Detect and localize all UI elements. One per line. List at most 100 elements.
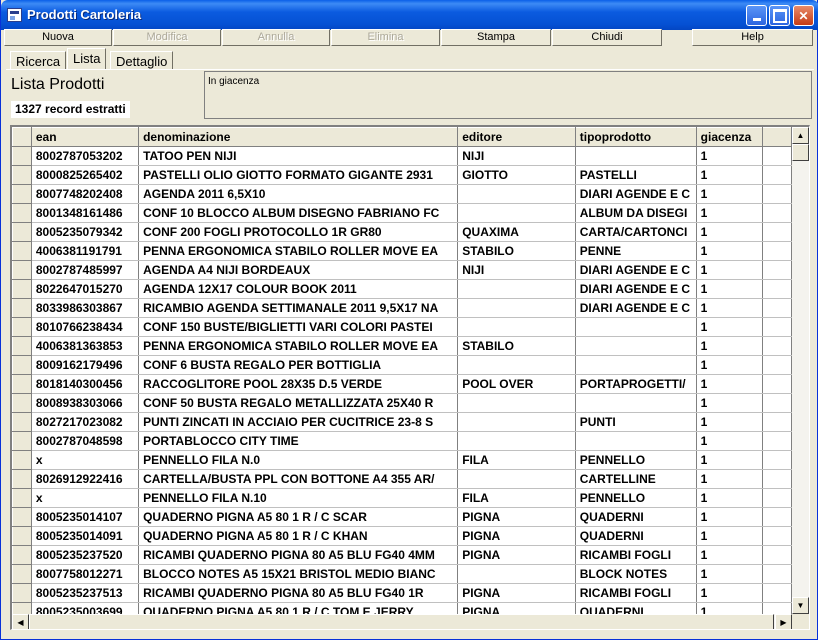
cell-tipoprodotto[interactable]: PUNTI xyxy=(575,412,697,432)
cell-giacenza[interactable]: 1 xyxy=(696,146,764,166)
table-row[interactable]: 8002787053202 TATOO PEN NIJI NIJI 1 xyxy=(12,146,792,166)
cell-denominazione[interactable]: RACCOGLITORE POOL 28X35 D.5 VERDE xyxy=(138,374,459,394)
cell-ean[interactable]: 8002787048598 xyxy=(31,431,140,451)
column-header-denominazione[interactable]: denominazione xyxy=(138,127,459,147)
cell-giacenza[interactable]: 1 xyxy=(696,469,764,489)
column-header-tipoprodotto[interactable]: tipoprodotto xyxy=(574,127,697,147)
cell-giacenza[interactable]: 1 xyxy=(696,374,764,394)
table-row[interactable]: 4006381191791 PENNA ERGONOMICA STABILO RO… xyxy=(12,241,792,261)
table-row[interactable]: 8005235237513 RICAMBI QUADERNO PIGNA 80 A… xyxy=(12,583,792,603)
cell-giacenza[interactable]: 1 xyxy=(696,488,764,508)
table-row[interactable]: 8007748202408 AGENDA 2011 6,5X10 DIARI AGE… xyxy=(12,184,792,204)
cell-tipoprodotto[interactable]: RICAMBI FOGLI xyxy=(575,545,697,565)
row-selector[interactable] xyxy=(12,374,32,394)
cell-ean[interactable]: 4006381363853 xyxy=(31,336,140,356)
cell-giacenza[interactable]: 1 xyxy=(696,260,764,280)
cell-ean[interactable]: 8009162179496 xyxy=(31,355,140,375)
stampa-button[interactable]: Stampa xyxy=(441,29,551,46)
row-selector[interactable] xyxy=(12,488,32,508)
cell-editore[interactable]: STABILO xyxy=(457,241,576,261)
annulla-button[interactable]: Annulla xyxy=(222,29,330,46)
row-selector[interactable] xyxy=(12,203,32,223)
cell-tipoprodotto[interactable] xyxy=(575,146,697,166)
cell-ean[interactable]: 8027217023082 xyxy=(31,412,140,432)
table-row[interactable]: 8005235079342 CONF 200 FOGLI PROTOCOLLO 1… xyxy=(12,222,792,242)
row-selector[interactable] xyxy=(12,412,32,432)
table-row[interactable]: 8005235014091 QUADERNO PIGNA A5 80 1 R / … xyxy=(12,526,792,546)
table-row[interactable]: 4006381363853 PENNA ERGONOMICA STABILO RO… xyxy=(12,336,792,356)
cell-ean[interactable]: 8007758012271 xyxy=(31,564,140,584)
cell-editore[interactable]: QUAXIMA xyxy=(457,222,576,242)
row-selector[interactable] xyxy=(12,431,32,451)
cell-tipoprodotto[interactable] xyxy=(575,431,697,451)
cell-ean[interactable]: 8010766238434 xyxy=(31,317,140,337)
table-row[interactable]: 8008938303066 CONF 50 BUSTA REGALO METALL… xyxy=(12,393,792,413)
cell-tipoprodotto[interactable]: DIARI AGENDE E C xyxy=(575,184,697,204)
cell-tipoprodotto[interactable]: RICAMBI FOGLI xyxy=(575,583,697,603)
cell-editore[interactable]: PIGNA xyxy=(457,507,576,527)
table-row[interactable]: 8001348161486 CONF 10 BLOCCO ALBUM DISEGN… xyxy=(12,203,792,223)
cell-tipoprodotto[interactable] xyxy=(575,336,697,356)
row-selector[interactable] xyxy=(12,279,32,299)
cell-denominazione[interactable]: CONF 10 BLOCCO ALBUM DISEGNO FABRIANO FC xyxy=(138,203,459,223)
cell-tipoprodotto[interactable]: DIARI AGENDE E C xyxy=(575,260,697,280)
cell-editore[interactable]: PIGNA xyxy=(457,583,576,603)
scroll-down-icon[interactable]: ▼ xyxy=(792,597,809,614)
cell-denominazione[interactable]: PORTABLOCCO CITY TIME xyxy=(138,431,459,451)
cell-tipoprodotto[interactable] xyxy=(575,317,697,337)
close-window-button[interactable]: ✕ xyxy=(793,5,814,26)
row-selector[interactable] xyxy=(12,222,32,242)
table-row[interactable]: 8007758012271 BLOCCO NOTES A5 15X21 BRIST… xyxy=(12,564,792,584)
table-row[interactable]: x PENNELLO FILA N.10 FILA PENNELLO 1 xyxy=(12,488,792,508)
cell-tipoprodotto[interactable]: CARTA/CARTONCI xyxy=(575,222,697,242)
cell-denominazione[interactable]: PENNA ERGONOMICA STABILO ROLLER MOVE EA xyxy=(138,241,459,261)
cell-editore[interactable]: PIGNA xyxy=(457,526,576,546)
help-button[interactable]: Help xyxy=(692,29,813,46)
cell-tipoprodotto[interactable]: PENNELLO xyxy=(575,450,697,470)
tab-lista[interactable]: Lista xyxy=(67,48,107,70)
horizontal-scroll-thumb[interactable] xyxy=(29,614,774,629)
cell-giacenza[interactable]: 1 xyxy=(696,203,764,223)
cell-denominazione[interactable]: PENNELLO FILA N.10 xyxy=(138,488,459,508)
cell-tipoprodotto[interactable]: PORTAPROGETTI/ xyxy=(575,374,697,394)
vertical-scroll-thumb[interactable] xyxy=(792,144,809,161)
cell-editore[interactable] xyxy=(457,279,576,299)
cell-ean[interactable]: 8018140300456 xyxy=(31,374,140,394)
cell-ean[interactable]: 8005235237520 xyxy=(31,545,140,565)
table-row[interactable]: 8005235003699 QUADERNO PIGNA A5 80 1 R / … xyxy=(12,602,792,614)
cell-ean[interactable]: 4006381191791 xyxy=(31,241,140,261)
cell-tipoprodotto[interactable] xyxy=(575,355,697,375)
cell-ean[interactable]: x xyxy=(31,488,140,508)
cell-tipoprodotto[interactable]: QUADERNI xyxy=(575,507,697,527)
table-row[interactable]: 8002787485997 AGENDA A4 NIJI BORDEAUX NIJI… xyxy=(12,260,792,280)
scroll-right-icon[interactable]: ▶ xyxy=(775,614,792,629)
cell-denominazione[interactable]: AGENDA A4 NIJI BORDEAUX xyxy=(138,260,459,280)
cell-ean[interactable]: 8002787053202 xyxy=(31,146,140,166)
cell-giacenza[interactable]: 1 xyxy=(696,583,764,603)
table-row[interactable]: 8005235237520 RICAMBI QUADERNO PIGNA 80 A… xyxy=(12,545,792,565)
column-header-editore[interactable]: editore xyxy=(457,127,576,147)
cell-ean[interactable]: 8005235003699 xyxy=(31,602,140,614)
cell-giacenza[interactable]: 1 xyxy=(696,279,764,299)
table-row[interactable]: 8005235014107 QUADERNO PIGNA A5 80 1 R / … xyxy=(12,507,792,527)
cell-tipoprodotto[interactable]: BLOCK NOTES xyxy=(575,564,697,584)
cell-giacenza[interactable]: 1 xyxy=(696,412,764,432)
cell-denominazione[interactable]: PUNTI ZINCATI IN ACCIAIO PER CUCITRICE 2… xyxy=(138,412,459,432)
column-header-giacenza[interactable]: giacenza xyxy=(695,127,764,147)
title-bar[interactable]: Prodotti Cartoleria ✕ xyxy=(1,0,818,30)
row-selector[interactable] xyxy=(12,545,32,565)
horizontal-scrollbar[interactable]: ◀ ▶ xyxy=(12,614,792,629)
cell-giacenza[interactable]: 1 xyxy=(696,317,764,337)
row-selector[interactable] xyxy=(12,317,32,337)
cell-tipoprodotto[interactable]: DIARI AGENDE E C xyxy=(575,279,697,299)
table-row[interactable]: 8002787048598 PORTABLOCCO CITY TIME 1 xyxy=(12,431,792,451)
cell-giacenza[interactable]: 1 xyxy=(696,507,764,527)
cell-denominazione[interactable]: RICAMBI QUADERNO PIGNA 80 A5 BLU FG40 4M… xyxy=(138,545,459,565)
cell-denominazione[interactable]: CONF 150 BUSTE/BIGLIETTI VARI COLORI PAS… xyxy=(138,317,459,337)
cell-editore[interactable] xyxy=(457,298,576,318)
cell-editore[interactable] xyxy=(457,184,576,204)
table-row[interactable]: 8022647015270 AGENDA 12X17 COLOUR BOOK 20… xyxy=(12,279,792,299)
row-selector[interactable] xyxy=(12,336,32,356)
minimize-button[interactable] xyxy=(746,5,767,26)
cell-ean[interactable]: 8033986303867 xyxy=(31,298,140,318)
